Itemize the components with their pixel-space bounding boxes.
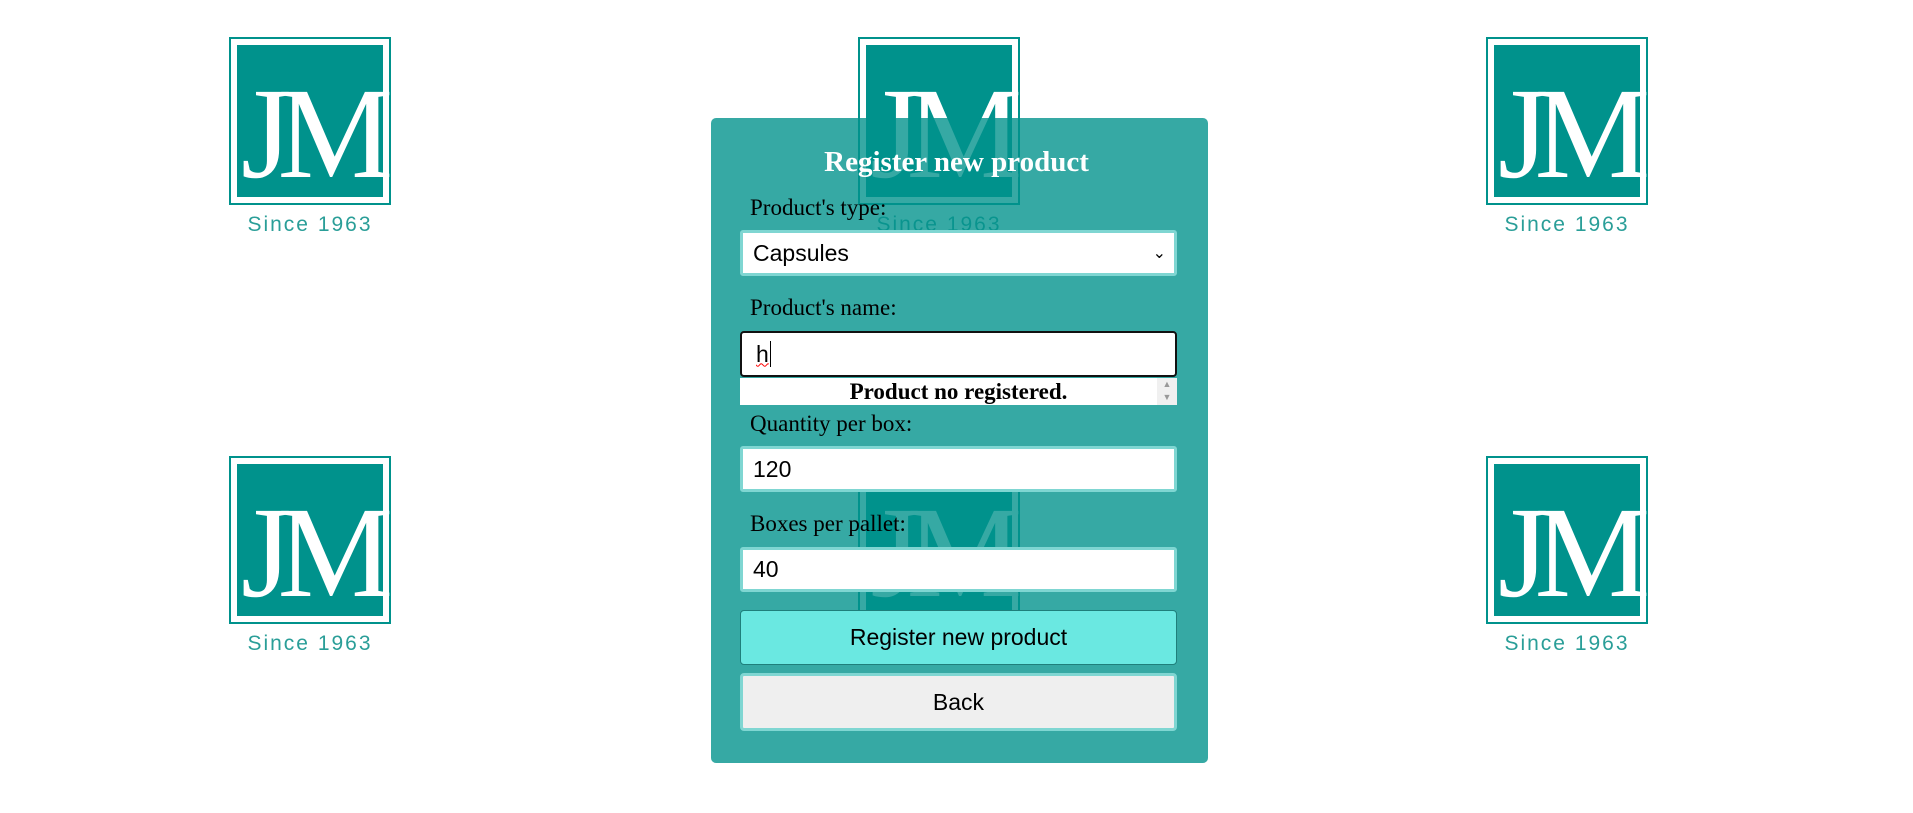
- quantity-label: Quantity per box:: [750, 411, 913, 436]
- boxes-input[interactable]: 40: [740, 547, 1177, 592]
- svg-text:JM: JM: [1498, 62, 1647, 206]
- jm-logo: JM Since 1963: [1486, 37, 1648, 247]
- boxes-value: 40: [753, 556, 779, 582]
- product-name-message: Product no registered. ▲ ▼: [740, 378, 1177, 405]
- chevron-down-icon: ⌄: [1152, 245, 1166, 262]
- product-type-value: Capsules: [753, 239, 849, 266]
- product-name-value: h: [756, 340, 769, 367]
- validation-message: Product no registered.: [849, 379, 1068, 404]
- svg-text:JM: JM: [1498, 481, 1647, 625]
- product-type-select[interactable]: Capsules ⌄: [740, 230, 1177, 276]
- back-button[interactable]: Back: [740, 673, 1177, 731]
- text-cursor: [769, 341, 771, 367]
- product-type-label: Product's type:: [750, 195, 887, 220]
- product-name-input[interactable]: h: [740, 331, 1177, 377]
- register-button[interactable]: Register new product: [740, 610, 1177, 665]
- quantity-value: 120: [753, 455, 792, 482]
- svg-text:JM: JM: [241, 62, 390, 206]
- boxes-label: Boxes per pallet:: [750, 511, 906, 536]
- product-name-label: Product's name:: [750, 295, 897, 320]
- scroll-arrows-icon[interactable]: ▲ ▼: [1157, 378, 1177, 405]
- jm-logo: JM Since 1963: [1486, 456, 1648, 666]
- quantity-input[interactable]: 120: [740, 446, 1177, 492]
- page-title: Register new product: [824, 146, 1089, 178]
- svg-text:JM: JM: [241, 481, 390, 625]
- jm-logo: JM Since 1963: [229, 37, 391, 247]
- jm-logo: JM Since 1963: [229, 456, 391, 666]
